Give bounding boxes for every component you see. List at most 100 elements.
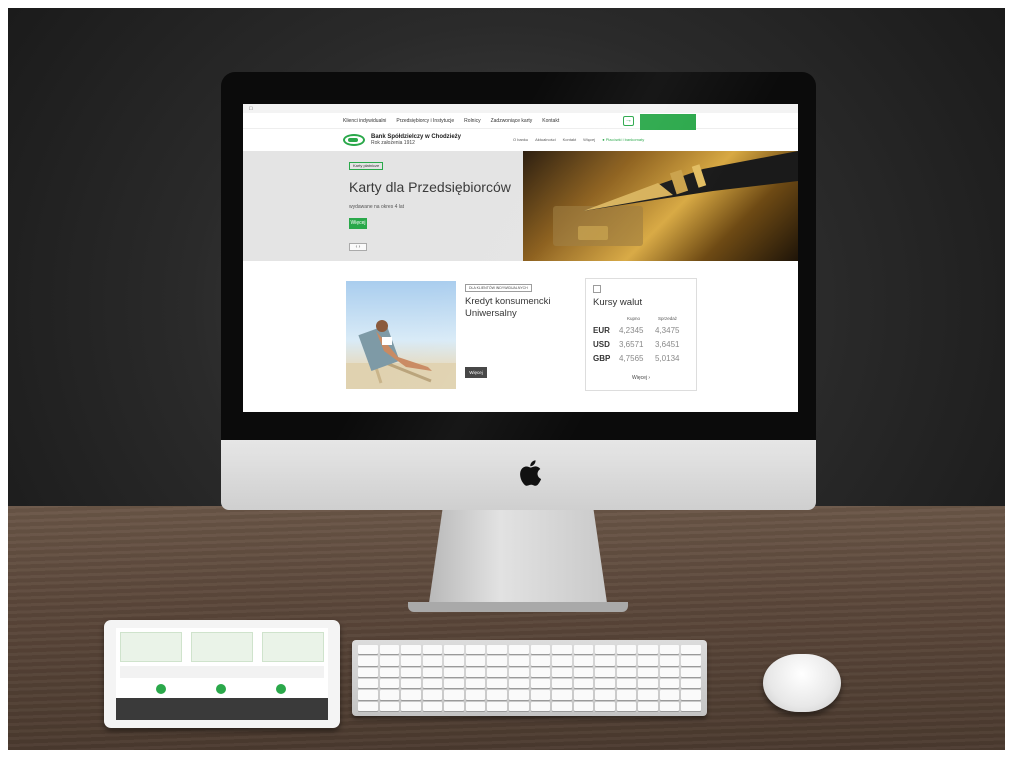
hero-title: Karty dla Przedsiębiorców: [349, 179, 511, 195]
ipad-icon-row: [116, 682, 328, 698]
keyboard-key: [508, 690, 529, 700]
keyboard-key: [659, 701, 680, 711]
hero-category-tag[interactable]: Karty płatnicze: [349, 162, 384, 170]
keyboard-key: [379, 690, 400, 700]
main-navigation: O banku Aktualności Kontakt Więcej ● Pla…: [513, 137, 644, 142]
hero-subtitle: wydawane na okres 4 lat: [349, 204, 405, 210]
ipad-tile: [120, 632, 182, 662]
slider-arrows[interactable]: ‹ ›: [349, 243, 367, 251]
bank-logo-icon[interactable]: [343, 134, 365, 146]
apple-menu-icon[interactable]: : [249, 106, 253, 112]
nav-farmers[interactable]: Rolnicy: [464, 118, 480, 124]
ipad-tile: [262, 632, 324, 662]
map-pin-icon: ●: [602, 137, 605, 142]
sell-rate: 4,3475: [655, 326, 680, 335]
keyboard-key: [659, 678, 680, 689]
keyboard-key: [681, 690, 701, 700]
keyboard-key: [681, 678, 701, 689]
nav-news[interactable]: Aktualności: [535, 137, 555, 142]
loan-more-button[interactable]: Więcej: [465, 367, 487, 378]
keyboard-key: [638, 690, 658, 700]
keyboard-key: [552, 690, 572, 700]
keyboard-key: [573, 645, 594, 655]
keyboard-key: [616, 690, 637, 700]
founded-year: Rok założenia 1912: [371, 140, 415, 146]
exchange-rates-widget: Kursy walut Kupno Sprzedaż EUR 4,2345 4,…: [585, 278, 697, 391]
keyboard-key: [659, 645, 680, 655]
imac-chin: [221, 440, 816, 510]
top-navigation: Klienci indywidualni Przedsiębiorcy i In…: [243, 113, 798, 130]
keyboard-key: [616, 701, 637, 711]
hero-more-button[interactable]: Więcej: [349, 218, 367, 229]
keyboard-key: [487, 690, 507, 700]
keyboard-key: [401, 678, 421, 689]
keyboard-key: [552, 678, 572, 689]
keyboard-key: [487, 667, 507, 677]
nav-branches[interactable]: ● Placówki i bankomaty: [602, 137, 644, 142]
currency-code: EUR: [593, 326, 610, 335]
keyboard-key: [358, 678, 378, 689]
login-arrow-icon[interactable]: →: [623, 116, 634, 126]
keyboard-key: [616, 667, 637, 677]
keyboard-key: [681, 645, 701, 655]
keyboard-key: [422, 678, 443, 689]
keyboard-key: [379, 645, 400, 655]
keyboard-key: [638, 656, 658, 666]
ipad-green-icon: [156, 684, 166, 694]
currency-code: GBP: [593, 354, 611, 363]
keyboard-key: [358, 690, 378, 700]
ipad-tile: [191, 632, 253, 662]
keyboard-key: [616, 678, 637, 689]
nav-contact-secondary[interactable]: Kontakt: [563, 137, 577, 142]
ipad-content-strip: [120, 666, 324, 678]
hero-fountain-pen-image: [523, 151, 798, 261]
ipad-green-icon: [276, 684, 286, 694]
keyboard-key: [508, 667, 529, 677]
keyboard-key: [530, 690, 551, 700]
keyboard-key: [573, 656, 594, 666]
keyboard-key: [465, 645, 486, 655]
nav-contact[interactable]: Kontakt: [542, 118, 559, 124]
keyboard-key: [552, 645, 572, 655]
nav-individual-clients[interactable]: Klienci indywidualni: [343, 118, 386, 124]
nav-about-bank[interactable]: O banku: [513, 137, 528, 142]
keyboard-key: [573, 667, 594, 677]
keyboard-key: [638, 701, 658, 711]
keyboard-key: [401, 656, 421, 666]
brand[interactable]: Bank Spółdzielczy w Chodzieży Rok założe…: [371, 134, 461, 146]
nav-business[interactable]: Przedsiębiorcy i Instytucje: [396, 118, 454, 124]
keyboard-key: [422, 645, 443, 655]
internet-banking-button[interactable]: [640, 114, 696, 130]
keyboard-key: [573, 701, 594, 711]
keyboard-key: [508, 678, 529, 689]
apple-keyboard: [352, 640, 707, 716]
keyboard-key: [422, 667, 443, 677]
keyboard-key: [616, 645, 637, 655]
nav-more[interactable]: Więcej: [583, 137, 595, 142]
sell-rate: 5,0134: [655, 354, 680, 363]
keyboard-key: [401, 690, 421, 700]
keyboard-key: [659, 667, 680, 677]
nav-branches-label: Placówki i bankomaty: [605, 137, 645, 142]
column-sell: Sprzedaż: [658, 316, 678, 321]
rate-row-usd: USD 3,6571 3,6451: [593, 340, 693, 351]
keyboard-key: [487, 678, 507, 689]
keyboard-key: [422, 690, 443, 700]
exchange-category-tag[interactable]: [593, 285, 601, 293]
exchange-more-link[interactable]: Więcej ›: [632, 375, 650, 381]
exchange-title: Kursy walut: [593, 297, 643, 308]
rate-row-eur: EUR 4,2345 4,3475: [593, 326, 693, 337]
keyboard-key: [595, 690, 615, 700]
keyboard-key: [552, 667, 572, 677]
rate-row-gbp: GBP 4,7565 5,0134: [593, 354, 693, 365]
nav-blocked-cards[interactable]: Zadzwoniące karty: [491, 118, 533, 124]
keyboard-key: [508, 645, 529, 655]
keyboard-key: [401, 701, 421, 711]
ipad-device: [104, 620, 340, 728]
keyboard-key: [530, 701, 551, 711]
keyboard-key: [595, 701, 615, 711]
keyboard-key: [487, 645, 507, 655]
keyboard-key: [508, 701, 529, 711]
loan-category-tag[interactable]: DLA KLIENTÓW INDYWIDUALNYCH: [465, 284, 532, 292]
sell-rate: 3,6451: [655, 340, 680, 349]
